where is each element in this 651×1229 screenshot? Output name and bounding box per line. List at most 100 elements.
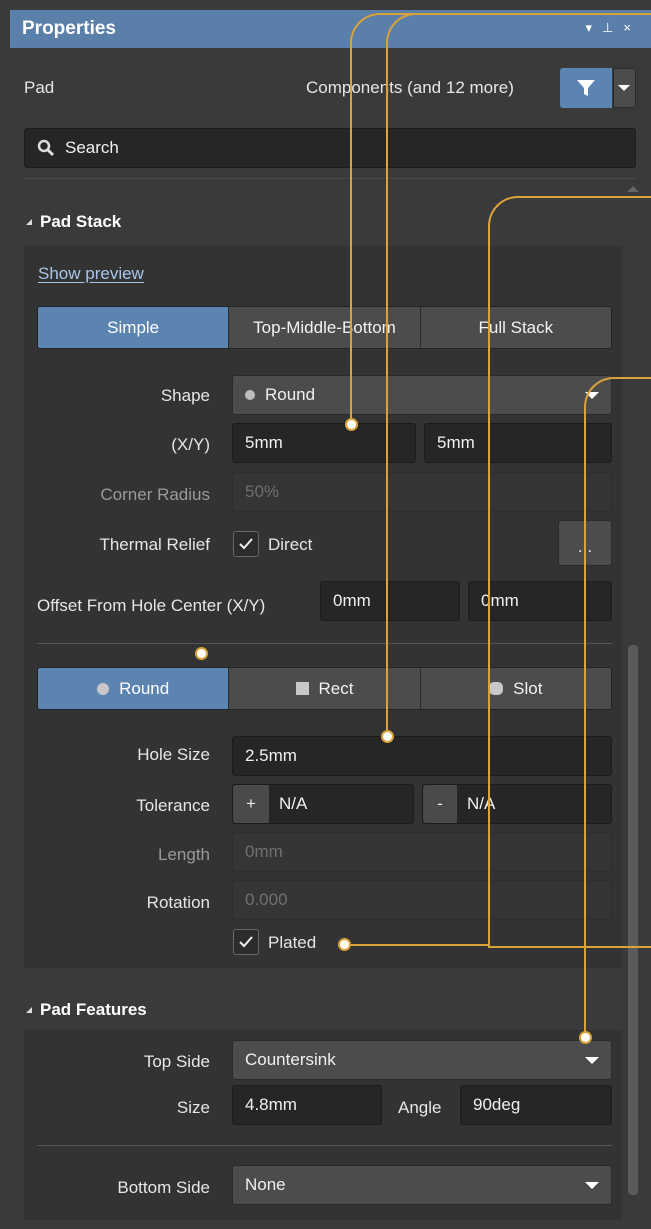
callout-dot [345,418,358,431]
top-side-dropdown[interactable]: Countersink [232,1040,612,1080]
checkmark-icon [239,936,253,948]
hole-type-rect-label: Rect [318,678,354,698]
plated-checkbox[interactable] [233,929,259,955]
bottom-side-value: None [245,1175,286,1194]
chevron-down-icon [585,1057,599,1064]
search-input[interactable]: Search [24,128,636,168]
hole-size-value: 2.5mm [245,746,297,765]
callout-dot [338,938,351,951]
tab-top-middle-bottom[interactable]: Top-Middle-Bottom [229,307,421,348]
callout-dot [579,1031,592,1044]
filter-summary[interactable]: Components (and 12 more) [306,78,514,98]
panel-title: Properties [22,18,116,39]
callout-dot [381,730,394,743]
tolerance-label: Tolerance [136,796,210,815]
pad-stack-header[interactable]: Pad Stack [26,212,121,232]
feature-size-input[interactable]: 4.8mm [232,1085,382,1125]
size-x-value: 5mm [245,433,283,452]
rotation-value: 0.000 [245,890,288,909]
hole-type-rect[interactable]: Rect [229,668,421,709]
ellipsis-label: ... [577,537,593,556]
tolerance-minus-input[interactable]: - N/A [422,784,612,824]
corner-radius-label: Corner Radius [100,485,210,504]
size-y-input[interactable]: 5mm [424,423,612,463]
size-y-value: 5mm [437,433,475,452]
slot-icon [489,682,504,695]
top-side-label: Top Side [143,1052,210,1071]
hole-type-slot[interactable]: Slot [420,668,611,709]
filter-dropdown[interactable] [613,68,636,108]
bottom-side-label: Bottom Side [117,1178,210,1197]
feature-size-value: 4.8mm [245,1095,297,1114]
search-icon [37,139,55,157]
shape-value: Round [265,385,316,404]
hole-type-selector[interactable]: Round Rect Slot [37,667,612,710]
xy-label: (X/Y) [171,435,210,454]
collapse-icon [26,219,32,225]
corner-radius-value: 50% [245,482,280,501]
offset-x-input[interactable]: 0mm [320,581,460,621]
plated-label: Plated [268,933,317,952]
length-label: Length [158,845,210,864]
pad-stack-title: Pad Stack [40,212,122,231]
object-type: Pad [24,78,55,97]
bottom-side-dropdown[interactable]: None [232,1165,612,1205]
callout-dot [195,647,208,660]
offset-y-value: 0mm [481,591,519,610]
filter-button[interactable] [560,68,612,108]
length-input: 0mm [232,832,612,872]
search-placeholder: Search [65,138,119,157]
stack-mode-selector[interactable]: Simple Top-Middle-Bottom Full Stack [37,306,612,349]
hole-size-label: Hole Size [137,745,210,764]
divider [37,1145,612,1146]
offset-y-input[interactable]: 0mm [468,581,612,621]
chevron-down-icon [585,1182,599,1189]
hole-type-round[interactable]: Round [38,668,230,709]
scrollbar-thumb[interactable] [628,645,638,1195]
hole-size-input[interactable]: 2.5mm [232,736,612,776]
corner-radius-input: 50% [232,472,612,512]
size-x-input[interactable]: 5mm [232,423,416,463]
show-preview-link[interactable]: Show preview [38,264,144,284]
checkmark-icon [239,538,253,550]
chevron-down-icon [618,85,630,91]
thermal-checkbox[interactable] [233,531,259,557]
angle-input[interactable]: 90deg [460,1085,612,1125]
tab-simple[interactable]: Simple [38,307,230,348]
collapse-icon [26,1007,32,1013]
divider [37,643,612,644]
chevron-down-icon [585,392,599,399]
shape-label: Shape [160,386,210,405]
pin-icon[interactable]: ⊥ [602,20,623,35]
tolerance-minus-value: N/A [467,794,496,813]
pad-features-title: Pad Features [40,1000,147,1019]
round-shape-icon [245,390,255,400]
top-side-value: Countersink [245,1050,336,1069]
shape-dropdown[interactable]: Round [232,375,612,415]
hole-type-round-label: Round [119,678,170,698]
length-value: 0mm [245,842,283,861]
scroll-up-icon[interactable] [627,186,639,192]
rect-icon [295,682,309,695]
thermal-relief-label: Thermal Relief [99,535,210,554]
minus-sign: - [423,785,457,823]
thermal-settings-button[interactable]: ... [558,520,612,566]
tolerance-plus-input[interactable]: + N/A [232,784,414,824]
filter-icon [577,80,595,96]
tolerance-plus-value: N/A [279,794,308,813]
feature-size-label: Size [176,1098,210,1117]
angle-label: Angle [398,1098,442,1117]
angle-value: 90deg [473,1095,521,1114]
round-icon [97,682,110,695]
pad-features-header[interactable]: Pad Features [26,1000,147,1020]
rotation-label: Rotation [146,893,210,912]
close-icon[interactable]: × [623,20,641,35]
hole-type-slot-label: Slot [513,678,543,698]
offset-x-value: 0mm [333,591,371,610]
rotation-input: 0.000 [232,880,612,920]
plus-sign: + [233,785,269,823]
title-bar: Properties ▾⊥× [10,10,651,48]
menu-icon[interactable]: ▾ [586,20,603,35]
tab-full-stack[interactable]: Full Stack [420,307,611,348]
window-controls[interactable]: ▾⊥× [586,20,641,36]
